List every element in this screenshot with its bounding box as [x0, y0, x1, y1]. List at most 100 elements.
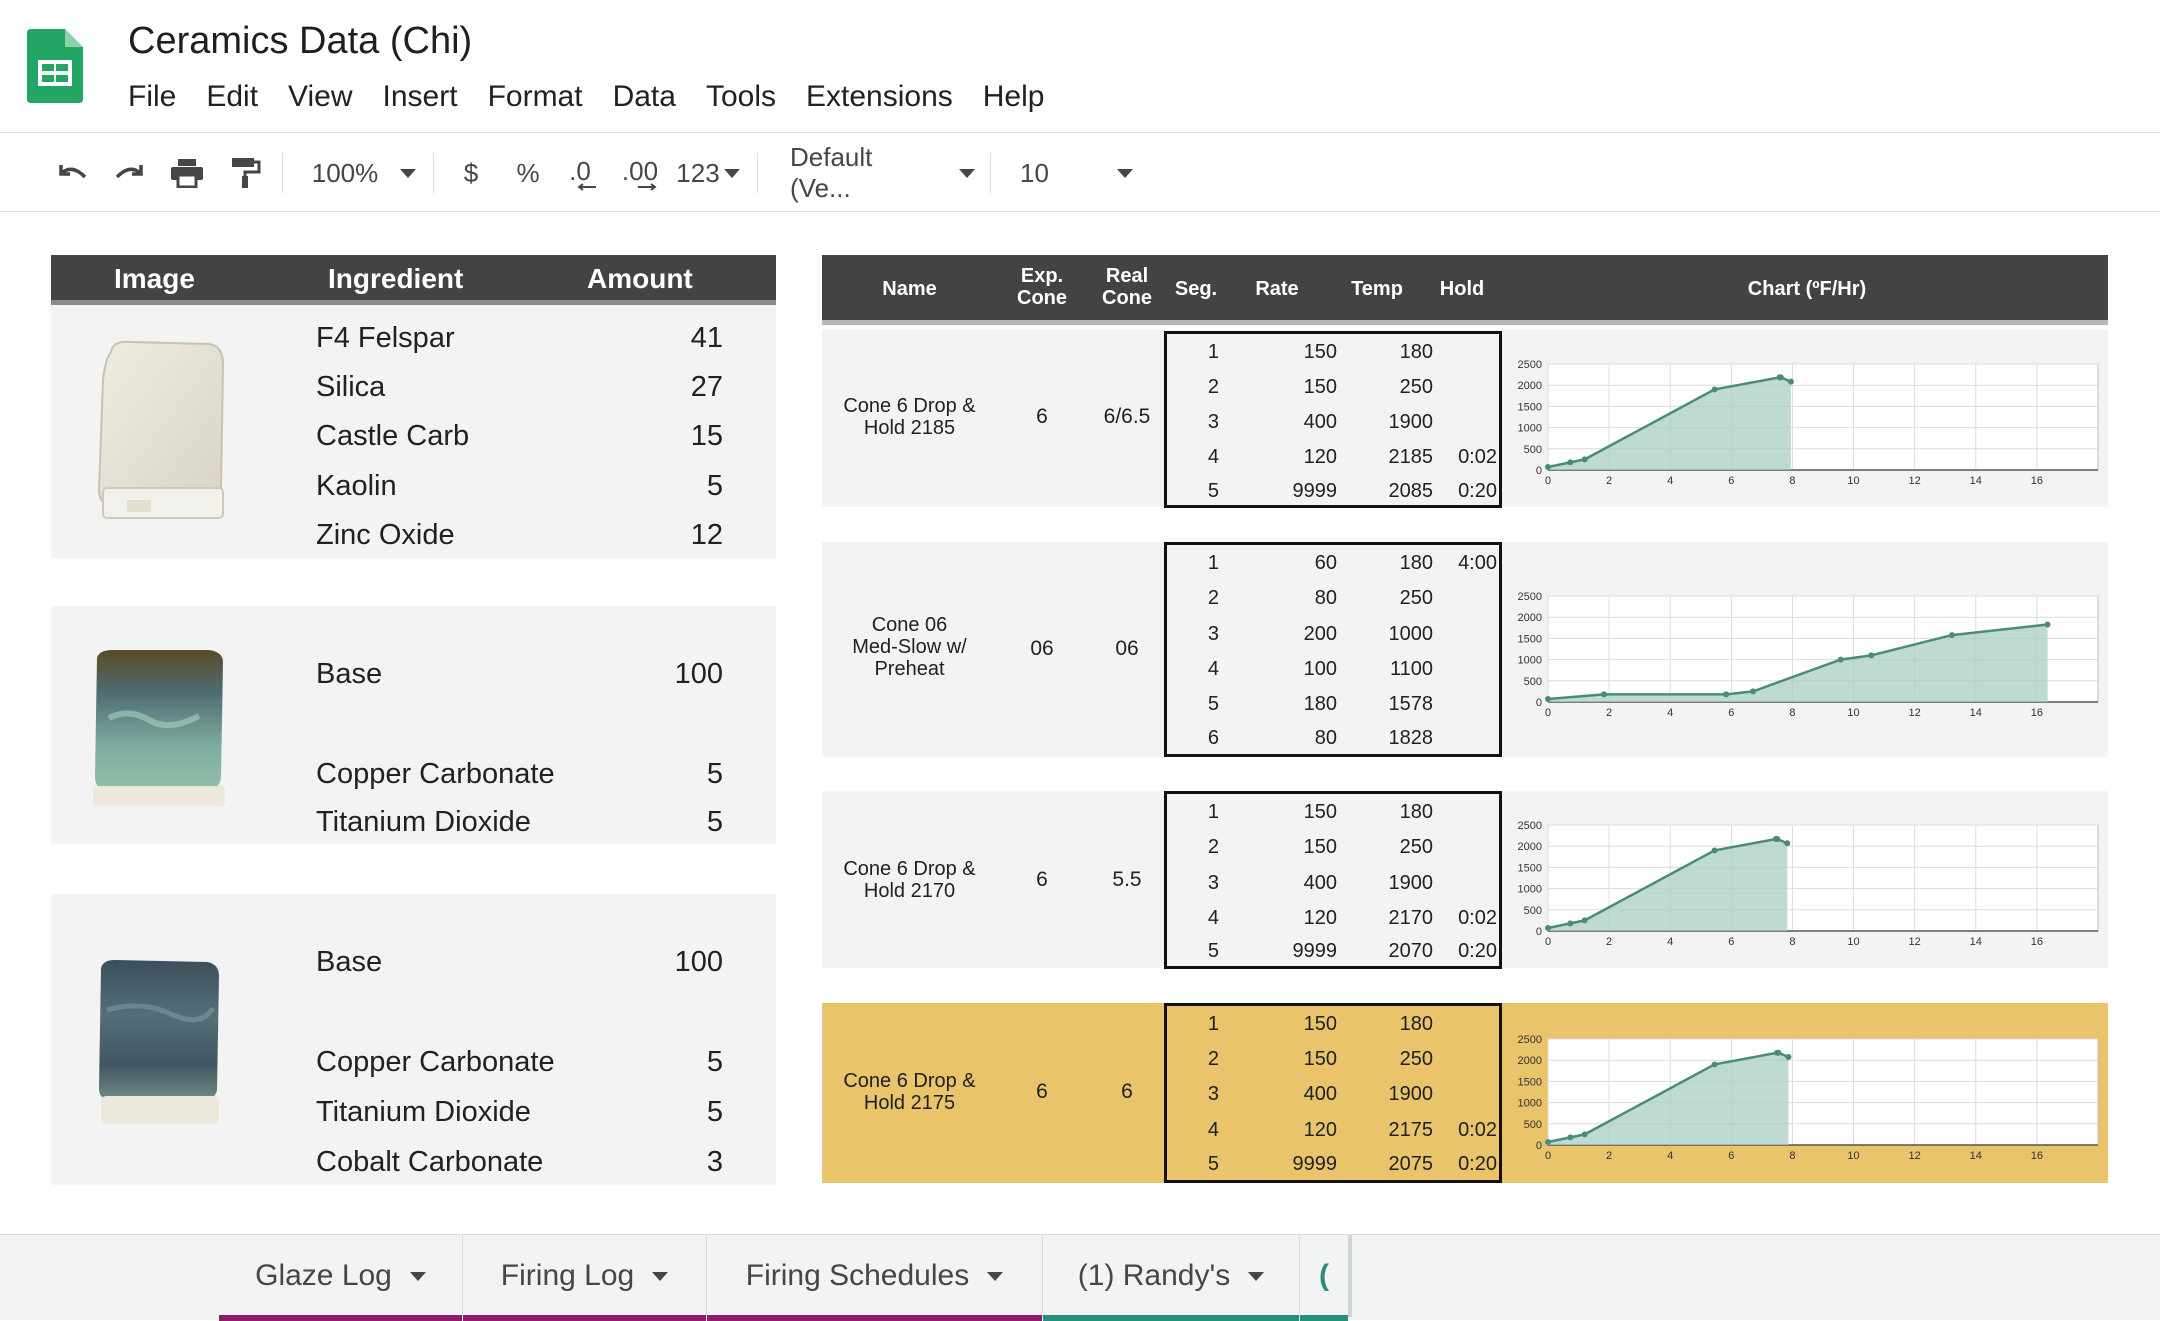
decrease-decimal-button[interactable]: .0 [560, 133, 600, 213]
menu-file[interactable]: File [128, 80, 176, 114]
ingredient-amount[interactable]: 100 [675, 946, 723, 979]
menu-help[interactable]: Help [983, 80, 1045, 114]
header-chart[interactable]: Chart (ºF/Hr) [1506, 278, 2108, 300]
ingredient-amount[interactable]: 5 [707, 1046, 723, 1079]
menu-tools[interactable]: Tools [706, 80, 776, 114]
zoom-select[interactable]: 100% [305, 133, 423, 213]
chevron-down-icon[interactable] [652, 1271, 669, 1281]
header-seg[interactable]: Seg. [1167, 278, 1225, 300]
sheet-tab-firing-log[interactable]: Firing Log [463, 1235, 707, 1321]
exp-cone[interactable]: 6 [997, 868, 1087, 892]
segment-row[interactable]: 4 120 2185 0:02 [1167, 439, 1499, 474]
font-size-select[interactable]: 10 [1020, 133, 1133, 213]
increase-decimal-button[interactable]: .00 [618, 133, 662, 213]
header-name[interactable]: Name [822, 278, 997, 300]
ingredient-name[interactable]: Base [316, 946, 382, 979]
percent-format-button[interactable]: % [512, 133, 544, 213]
segment-row[interactable]: 2 150 250 [1167, 1041, 1499, 1076]
header-amount[interactable]: Amount [587, 263, 693, 295]
header-rate[interactable]: Rate [1232, 278, 1322, 300]
menu-edit[interactable]: Edit [206, 80, 258, 114]
menu-format[interactable]: Format [488, 80, 583, 114]
ingredient-amount[interactable]: 5 [707, 806, 723, 839]
segment-row[interactable]: 3 400 1900 [1167, 404, 1499, 439]
segment-row[interactable]: 2 150 250 [1167, 829, 1499, 864]
segment-row[interactable]: 3 400 1900 [1167, 865, 1499, 900]
schedule-name[interactable]: Cone 06 Med-Slow w/ Preheat [822, 614, 997, 680]
ingredient-name[interactable]: Kaolin [316, 470, 397, 503]
ingredient-amount[interactable]: 5 [707, 1096, 723, 1129]
schedule-name[interactable]: Cone 6 Drop & Hold 2185 [822, 395, 997, 439]
ingredient-name[interactable]: Base [316, 658, 382, 691]
firing-curve-chart[interactable]: 0 2 4 6 8 10 12 14 16 0 500 1000 1500 2000 2500 [1506, 350, 2106, 510]
sheet-tab-partial[interactable]: ( [1300, 1235, 1352, 1321]
segment-row[interactable]: 1 150 180 [1167, 794, 1499, 829]
ingredient-name[interactable]: Castle Carb [316, 420, 469, 453]
exp-cone[interactable]: 6 [997, 1080, 1087, 1104]
ingredient-amount[interactable]: 27 [691, 371, 723, 404]
menu-view[interactable]: View [288, 80, 352, 114]
segment-row[interactable]: 4 120 2175 0:02 [1167, 1112, 1499, 1147]
segment-row[interactable]: 5 9999 2075 0:20 [1167, 1146, 1499, 1181]
ingredient-amount[interactable]: 41 [691, 322, 723, 355]
currency-format-button[interactable]: $ [455, 133, 487, 213]
chevron-down-icon[interactable] [409, 1271, 426, 1281]
segment-row[interactable]: 6 80 1828 [1167, 720, 1499, 755]
segment-row[interactable]: 5 180 1578 [1167, 686, 1499, 721]
segment-row[interactable]: 4 120 2170 0:02 [1167, 900, 1499, 935]
glaze-tile-image[interactable] [91, 960, 226, 1130]
ingredient-amount[interactable]: 12 [691, 519, 723, 552]
segment-row[interactable]: 5 9999 2070 0:20 [1167, 933, 1499, 968]
glaze-tile-image[interactable] [89, 648, 229, 808]
ingredient-name[interactable]: Titanium Dioxide [316, 1096, 531, 1129]
exp-cone[interactable]: 6 [997, 405, 1087, 429]
font-family-select[interactable]: Default (Ve... [790, 133, 975, 213]
segment-row[interactable]: 2 80 250 [1167, 580, 1499, 615]
document-title[interactable]: Ceramics Data (Chi) [128, 20, 472, 63]
segment-row[interactable]: 1 60 180 4:00 [1167, 545, 1499, 580]
schedule-name[interactable]: Cone 6 Drop & Hold 2170 [822, 858, 997, 902]
ingredient-name[interactable]: Copper Carbonate [316, 1046, 555, 1079]
ingredient-name[interactable]: F4 Felspar [316, 322, 455, 355]
real-cone[interactable]: 6/6.5 [1087, 405, 1167, 429]
firing-curve-chart[interactable]: 0 2 4 6 8 10 12 14 16 0 500 1000 1500 2000 2500 [1506, 1025, 2106, 1185]
print-button[interactable] [165, 133, 209, 213]
exp-cone[interactable]: 06 [997, 637, 1087, 661]
header-real-cone[interactable]: Real Cone [1087, 265, 1167, 309]
sheet-tab-glaze-log[interactable]: Glaze Log [219, 1235, 463, 1321]
ingredient-amount[interactable]: 5 [707, 470, 723, 503]
real-cone[interactable]: 06 [1087, 637, 1167, 661]
sheets-logo-icon[interactable] [27, 29, 83, 103]
sheet-tab-firing-schedules[interactable]: Firing Schedules [707, 1235, 1043, 1321]
header-exp-cone[interactable]: Exp. Cone [997, 265, 1087, 309]
menu-insert[interactable]: Insert [383, 80, 458, 114]
paint-format-button[interactable] [224, 133, 268, 213]
segment-row[interactable]: 3 200 1000 [1167, 616, 1499, 651]
real-cone[interactable]: 6 [1087, 1080, 1167, 1104]
segment-row[interactable]: 2 150 250 [1167, 369, 1499, 404]
segment-row[interactable]: 1 150 180 [1167, 334, 1499, 369]
more-formats-button[interactable]: 123 [675, 133, 741, 213]
firing-curve-chart[interactable]: 0 2 4 6 8 10 12 14 16 0 500 1000 1500 2000 2500 [1506, 582, 2106, 742]
menu-data[interactable]: Data [613, 80, 676, 114]
segment-row[interactable]: 1 150 180 [1167, 1006, 1499, 1041]
glaze-tile-image[interactable] [91, 340, 226, 525]
header-hold[interactable]: Hold [1422, 278, 1502, 300]
segment-row[interactable]: 4 100 1100 [1167, 651, 1499, 686]
ingredient-amount[interactable]: 15 [691, 420, 723, 453]
ingredient-name[interactable]: Silica [316, 371, 385, 404]
undo-button[interactable] [50, 133, 94, 213]
ingredient-amount[interactable]: 3 [707, 1146, 723, 1179]
real-cone[interactable]: 5.5 [1087, 868, 1167, 892]
ingredient-amount[interactable]: 5 [707, 758, 723, 791]
header-temp[interactable]: Temp [1332, 278, 1422, 300]
chevron-down-icon[interactable] [1248, 1271, 1265, 1281]
chevron-down-icon[interactable] [987, 1271, 1004, 1281]
ingredient-name[interactable]: Copper Carbonate [316, 758, 555, 791]
firing-curve-chart[interactable]: 0 2 4 6 8 10 12 14 16 0 500 1000 1500 2000 2500 [1506, 811, 2106, 971]
menu-extensions[interactable]: Extensions [806, 80, 953, 114]
ingredient-name[interactable]: Zinc Oxide [316, 519, 455, 552]
ingredient-amount[interactable]: 100 [675, 658, 723, 691]
ingredient-name[interactable]: Titanium Dioxide [316, 806, 531, 839]
segment-row[interactable]: 3 400 1900 [1167, 1076, 1499, 1111]
